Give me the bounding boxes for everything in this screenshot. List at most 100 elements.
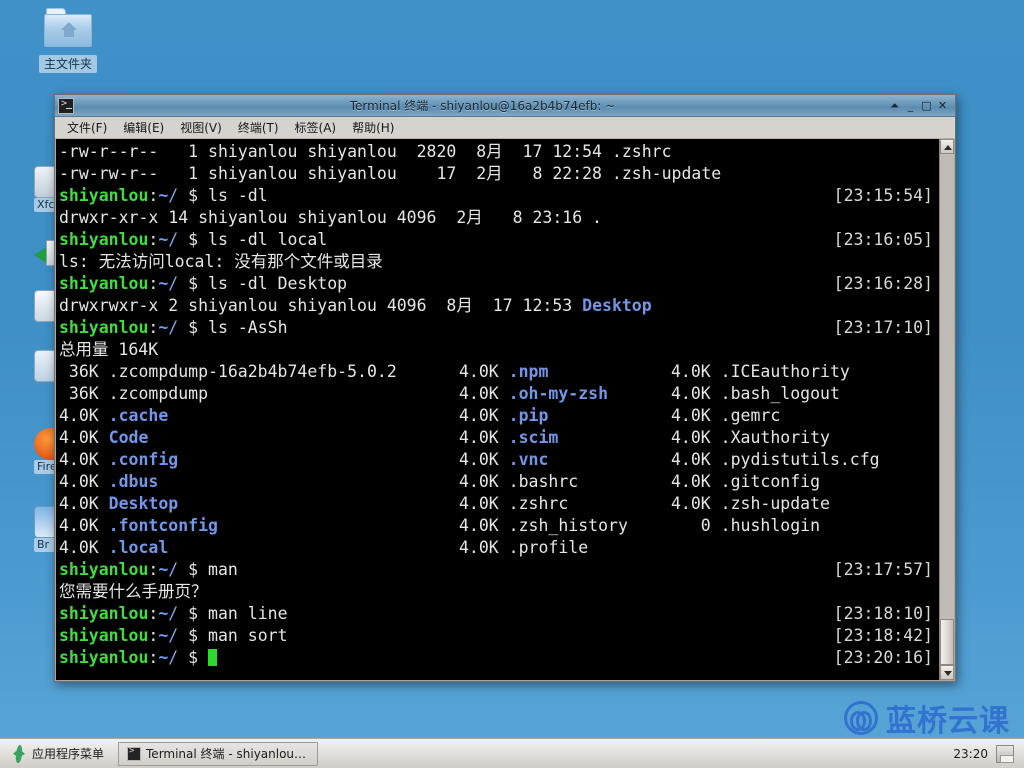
file-size: 4.0K [59,538,109,557]
file-name: .Xauthority [720,428,830,447]
prompt-path: ~ [158,186,169,205]
terminal-file-entry: 4.0K .bashrc [459,471,671,493]
taskbar-window-button-terminal[interactable]: Terminal 终端 - shiyanlou@⋯ [118,741,319,766]
terminal-output-line: drwxrwxr-x 2 shiyanlou shiyanlou 4096 8月… [59,295,939,317]
desktop-icon-home-folder[interactable]: 主文件夹 [8,8,128,73]
terminal-file-row: 4.0K .dbus 4.0K .bashrc 4.0K .gitconfig [59,471,939,493]
xfce-mouse-icon [12,745,26,763]
prompt-slash: / [168,560,179,579]
terminal-output-line: 您需要什么手册页？ [59,581,939,603]
application-menu-button[interactable]: 应用程序菜单 [4,743,112,765]
window-titlebar[interactable]: Terminal 终端 - shiyanlou@16a2b4b74efb: ~ … [55,95,955,117]
terminal-file-entry: 0 .hushlogin [671,515,820,537]
terminal-timestamp: [23:16:05] [833,230,933,249]
file-size: 4.0K [459,450,509,469]
prompt-dollar: $ [178,604,209,623]
terminal-output-text: 总用量 164K [59,340,159,359]
terminal-command-line: shiyanlou:~/ $ ls -AsSh [23:17:10] [59,317,939,339]
terminal-command: ls -dl Desktop [208,274,348,293]
menu-terminal[interactable]: 终端(T) [230,117,287,138]
file-size: 0 [671,516,721,535]
file-size: 4.0K [459,362,509,381]
file-name: .fontconfig [108,516,218,535]
file-name: .npm [508,362,549,381]
file-size: 4.0K [671,494,721,513]
file-size: 4.0K [671,362,721,381]
terminal-window[interactable]: Terminal 终端 - shiyanlou@16a2b4b74efb: ~ … [54,94,956,682]
window-title: Terminal 终端 - shiyanlou@16a2b4b74efb: ~ [349,99,616,113]
terminal-file-entry: 4.0K .local [59,537,459,559]
terminal-output-line: -rw-r--r-- 1 shiyanlou shiyanlou 2820 8月… [59,141,939,163]
prompt-dollar: $ [178,318,209,337]
file-name: .gemrc [720,406,781,425]
terminal-file-entry: 4.0K Code [59,427,459,449]
file-size: 4.0K [459,428,509,447]
terminal-command-line: shiyanlou:~/ $ man [23:17:57] [59,559,939,581]
file-name: .zsh_history [508,516,628,535]
scroll-up-button[interactable] [940,139,954,154]
menu-edit[interactable]: 编辑(E) [115,117,172,138]
file-name: .zcompdump [108,384,209,403]
file-size: 4.0K [59,428,109,447]
prompt-colon: : [148,274,159,293]
terminal-file-entry: 4.0K .fontconfig [59,515,459,537]
terminal-file-row: 4.0K .config 4.0K .vnc 4.0K .pydistutils.c… [59,449,939,471]
prompt-slash: / [168,318,179,337]
terminal-command: man [208,560,238,579]
terminal-file-entry: 4.0K .bash_logout [671,383,840,405]
prompt-colon: : [148,318,159,337]
file-size: 4.0K [59,494,109,513]
terminal-timestamp: [23:18:10] [833,604,933,623]
terminal-file-entry: 4.0K .gemrc [671,405,780,427]
terminal-file-entry: 36K .zcompdump-16a2b4b74efb-5.0.2 [59,361,459,383]
terminal-output-text: drwxrwxr-x 2 shiyanlou shiyanlou 4096 8月… [59,296,583,315]
terminal-file-entry: 4.0K .zsh-update [671,493,830,515]
terminal-command: man line [208,604,288,623]
menu-file[interactable]: 文件(F) [59,117,115,138]
terminal-file-row: 4.0K .local 4.0K .profile [59,537,939,559]
file-name: .config [108,450,179,469]
menu-help[interactable]: 帮助(H) [344,117,402,138]
maximize-button[interactable]: □ [919,98,934,113]
terminal-output-line: 总用量 164K [59,339,939,361]
scroll-down-button[interactable] [940,665,954,680]
terminal-area[interactable]: -rw-r--r-- 1 shiyanlou shiyanlou 2820 8月… [55,139,955,681]
terminal-file-entry: 36K .zcompdump [59,383,459,405]
file-name: .dbus [108,472,159,491]
terminal-file-entry: 4.0K .pip [459,405,671,427]
terminal-command: ls -dl [208,186,268,205]
file-size: 4.0K [59,450,109,469]
taskbar-button-label: Terminal 终端 - shiyanlou@⋯ [146,747,310,761]
terminal-file-entry: 4.0K .ICEauthority [671,361,850,383]
menu-tabs[interactable]: 标签(A) [287,117,345,138]
prompt-dollar: $ [178,186,209,205]
prompt-dollar: $ [178,274,209,293]
prompt-colon: : [148,186,159,205]
close-button[interactable]: ✕ [935,98,950,113]
scrollbar-track[interactable] [940,154,954,665]
terminal-timestamp: [23:20:16] [833,648,933,667]
prompt-path: ~ [158,318,169,337]
minimize-button[interactable]: _ [903,98,918,113]
menu-view[interactable]: 视图(V) [172,117,230,138]
terminal-file-entry: 4.0K .npm [459,361,671,383]
keyboard-layout-icon[interactable] [996,744,1014,763]
file-name: Desktop [108,494,179,513]
terminal-file-entry: 4.0K .cache [59,405,459,427]
window-button-group: ⏶ _ □ ✕ [887,98,952,113]
prompt-colon: : [148,230,159,249]
clock[interactable]: 23:20 [953,747,988,761]
shade-button[interactable]: ⏶ [887,98,902,113]
file-size: 4.0K [671,472,721,491]
prompt-user: shiyanlou [59,604,149,623]
file-name: .zshrc [508,494,569,513]
terminal-file-row: 4.0K Code 4.0K .scim 4.0K .Xauthority [59,427,939,449]
terminal-file-row: 4.0K .cache 4.0K .pip 4.0K .gemrc [59,405,939,427]
terminal-command-line: shiyanlou:~/ $ ls -dl local [23:16:05] [59,229,939,251]
scrollbar-thumb[interactable] [940,619,954,665]
terminal-scrollbar[interactable] [939,139,954,680]
file-name: .bash_logout [720,384,840,403]
terminal-file-entry: 4.0K .scim [459,427,671,449]
terminal-output[interactable]: -rw-r--r-- 1 shiyanlou shiyanlou 2820 8月… [56,139,939,680]
terminal-timestamp: [23:18:42] [833,626,933,645]
